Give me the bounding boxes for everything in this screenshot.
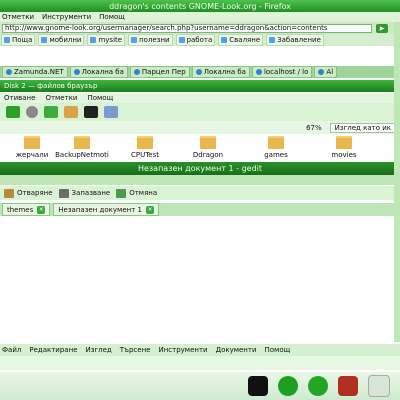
menu-help[interactable]: Помощ [87, 94, 113, 102]
up-arrow-icon[interactable] [6, 106, 20, 118]
firefox-menubar: Отметки Инструменти Помощ [0, 12, 400, 22]
computer-icon[interactable] [84, 106, 98, 118]
bookmark-mail[interactable]: Поща [1, 34, 36, 46]
folder-icon [4, 37, 10, 43]
filebrowser-menubar: Отиване Отметки Помощ [0, 93, 400, 103]
folder-item[interactable]: BackupNetmoti [52, 136, 112, 159]
view-mode-select[interactable]: Изглед като ик [329, 122, 396, 133]
green-sphere-icon[interactable] [278, 376, 298, 396]
tab-localhost[interactable]: localhost / lo [251, 66, 313, 78]
folder-icon [90, 37, 97, 43]
gedit-band [0, 175, 400, 185]
folder-open-icon [4, 188, 14, 198]
site-icon [6, 69, 12, 75]
firefox-tabbar: Zamunda.NET Локална ба Парцел Пер Локалн… [0, 66, 400, 78]
url-text: http://www.gnome-look.org/usermanager/se… [5, 24, 328, 32]
menu-help[interactable]: Помощ [265, 346, 291, 354]
undo-button[interactable]: Отмяна [116, 188, 157, 198]
close-icon[interactable]: × [37, 205, 46, 214]
menu-documents[interactable]: Документи [216, 346, 257, 354]
save-icon [58, 188, 69, 198]
folder-icon [268, 136, 284, 149]
tab-more[interactable]: Al [314, 66, 338, 78]
tab-parcel[interactable]: Парцел Пер [129, 66, 190, 78]
bookmark-useful[interactable]: полезни [128, 34, 173, 46]
folder-icon [221, 37, 228, 43]
menu-edit[interactable]: Редактиране [29, 346, 77, 354]
folder-icon [137, 136, 153, 149]
folder-icon [178, 37, 185, 43]
tab-zamunda[interactable]: Zamunda.NET [2, 66, 68, 78]
home-icon[interactable] [64, 106, 78, 118]
gedit-menubar: Файл Редактиране Изглед Търсене Инструме… [0, 344, 400, 356]
bookmark-downloads[interactable]: Сваляне [218, 34, 264, 46]
folder-item[interactable]: games [246, 136, 306, 159]
dock [0, 372, 400, 400]
folder-icon [24, 136, 40, 149]
menu-search[interactable]: Търсене [120, 346, 151, 354]
open-button[interactable]: Отваряне [4, 188, 53, 198]
text-editor-area[interactable] [0, 216, 394, 344]
gedit-title: Незапазен документ 1 - gedit [137, 164, 263, 173]
editor-pen-icon[interactable] [368, 375, 390, 397]
menu-help[interactable]: Помощ [99, 13, 125, 21]
firefox-titlebar: ddragon's contents GNOME-Look.org - Fire… [0, 0, 400, 12]
reload-icon[interactable] [44, 106, 58, 118]
bookmark-mysite[interactable]: mysite [87, 34, 126, 46]
bookmark-fun[interactable]: Забавление [266, 34, 324, 46]
gedit-toolbar: Отваряне Запазване Отмяна [0, 186, 400, 200]
filebrowser-title: Disk 2 — файлов браузър [4, 82, 98, 90]
filebrowser-locationbar: 67% Изглед като ик [0, 121, 400, 134]
site-icon [195, 69, 202, 75]
folder-item[interactable]: CPUTest [115, 136, 175, 159]
folder-icon [41, 37, 48, 43]
site-icon [133, 69, 140, 75]
url-input[interactable]: http://www.gnome-look.org/usermanager/se… [2, 23, 372, 33]
zoom-label: 67% [306, 123, 322, 132]
go-button[interactable]: ▶ [376, 23, 388, 33]
firefox-navbar: http://www.gnome-look.org/usermanager/se… [0, 22, 400, 34]
menu-bookmarks[interactable]: Отметки [45, 94, 77, 102]
menu-file[interactable]: Файл [2, 346, 21, 354]
save-button[interactable]: Запазване [58, 188, 110, 198]
filebrowser-titlebar: Disk 2 — файлов браузър [0, 80, 400, 92]
bookmark-mobile[interactable]: мобилни [38, 34, 85, 46]
bookmarks-toolbar: Поща мобилни mysite полезни работа Сваля… [0, 34, 400, 46]
folder-icon [200, 136, 216, 149]
gedit-titlebar: Незапазен документ 1 - gedit [0, 162, 400, 175]
red-app-icon[interactable] [338, 376, 358, 396]
folder-icon [269, 37, 276, 43]
site-icon [73, 69, 80, 75]
undo-icon [116, 188, 127, 198]
menu-go[interactable]: Отиване [4, 94, 35, 102]
menu-tools[interactable]: Инструменти [158, 346, 207, 354]
folder-icon [131, 37, 138, 43]
tab-local-1[interactable]: Локална ба [69, 66, 128, 78]
search-icon[interactable] [104, 106, 118, 118]
refresh-sphere-icon[interactable] [308, 376, 328, 396]
folder-icon [336, 136, 352, 149]
site-icon [255, 69, 262, 75]
site-icon [318, 69, 325, 75]
bookmark-work[interactable]: работа [175, 34, 216, 46]
gedit-bottom-toolbar [0, 356, 400, 370]
tab-local-2[interactable]: Локална ба [191, 66, 250, 78]
menu-bookmarks[interactable]: Отметки [2, 13, 34, 21]
menu-view[interactable]: Изглед [85, 346, 111, 354]
sidepane-tab[interactable]: themes × [2, 203, 51, 216]
doc-tab[interactable]: Незапазен документ 1 × [53, 203, 159, 216]
filebrowser-icon-view: жерчали BackupNetmoti CPUTest Ddragon ga… [0, 134, 400, 162]
window-title: ddragon's contents GNOME-Look.org - Fire… [109, 1, 291, 11]
folder-item[interactable]: Ddragon [178, 136, 238, 159]
stop-icon[interactable] [26, 106, 38, 118]
window-edge [394, 22, 400, 342]
terminal-icon[interactable] [248, 376, 268, 396]
gedit-tabbar: themes × Незапазен документ 1 × [0, 203, 400, 216]
close-icon[interactable]: × [145, 205, 154, 214]
filebrowser-toolbar [0, 103, 400, 121]
folder-icon [74, 136, 90, 149]
menu-tools[interactable]: Инструменти [42, 13, 91, 21]
folder-item[interactable]: movies [314, 136, 374, 159]
